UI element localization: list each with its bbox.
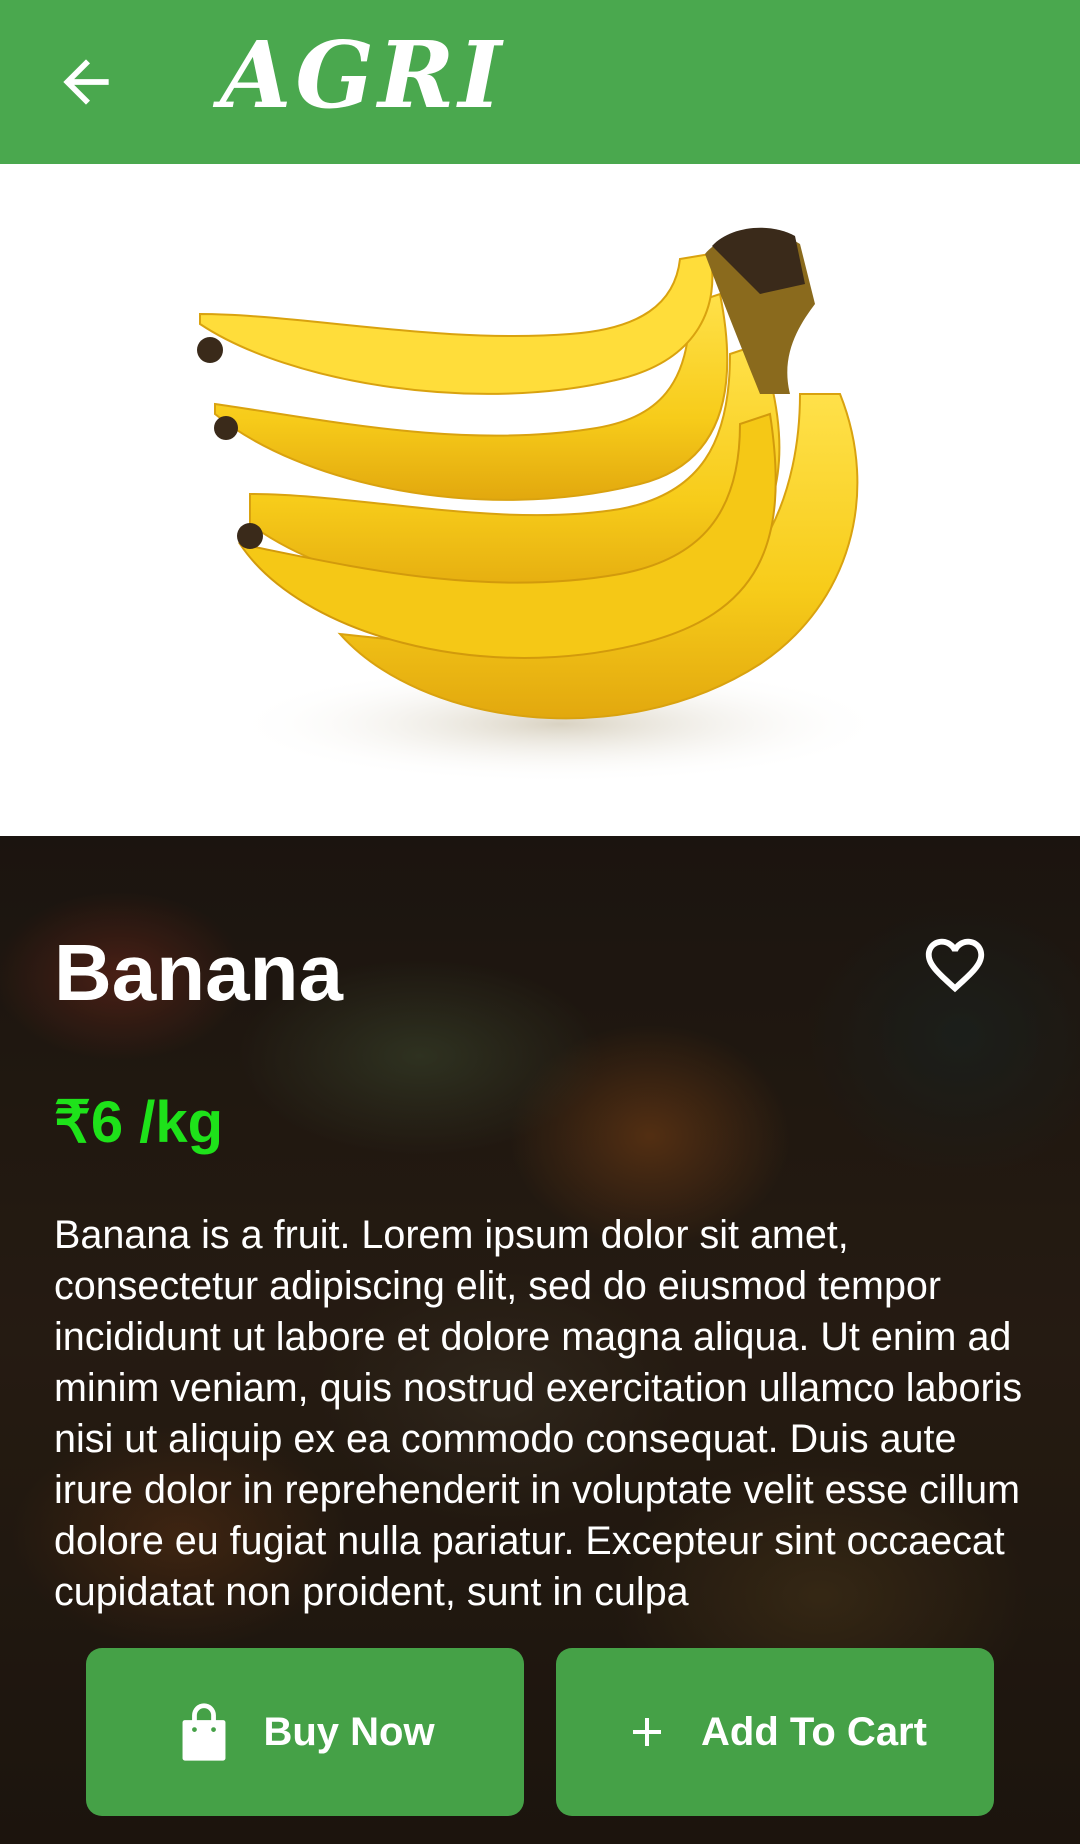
app-bar: AGRI bbox=[0, 0, 1080, 164]
add-to-cart-label: Add To Cart bbox=[701, 1709, 927, 1754]
banana-image bbox=[197, 227, 890, 784]
buy-now-button[interactable]: Buy Now bbox=[86, 1648, 524, 1816]
heart-outline-icon[interactable] bbox=[918, 930, 992, 1000]
app-logo: AGRI bbox=[220, 21, 506, 129]
arrow-back-icon[interactable] bbox=[52, 48, 120, 116]
product-price: ₹6 /kg bbox=[54, 1090, 224, 1155]
buy-now-label: Buy Now bbox=[263, 1709, 435, 1754]
product-description: Banana is a fruit. Lorem ipsum dolor sit… bbox=[54, 1213, 1023, 1614]
product-image bbox=[0, 164, 1080, 836]
shopping-bag-icon bbox=[182, 1703, 226, 1761]
product-name: Banana bbox=[54, 928, 343, 1017]
add-to-cart-button[interactable]: Add To Cart bbox=[556, 1648, 994, 1816]
plus-icon bbox=[633, 1718, 662, 1746]
